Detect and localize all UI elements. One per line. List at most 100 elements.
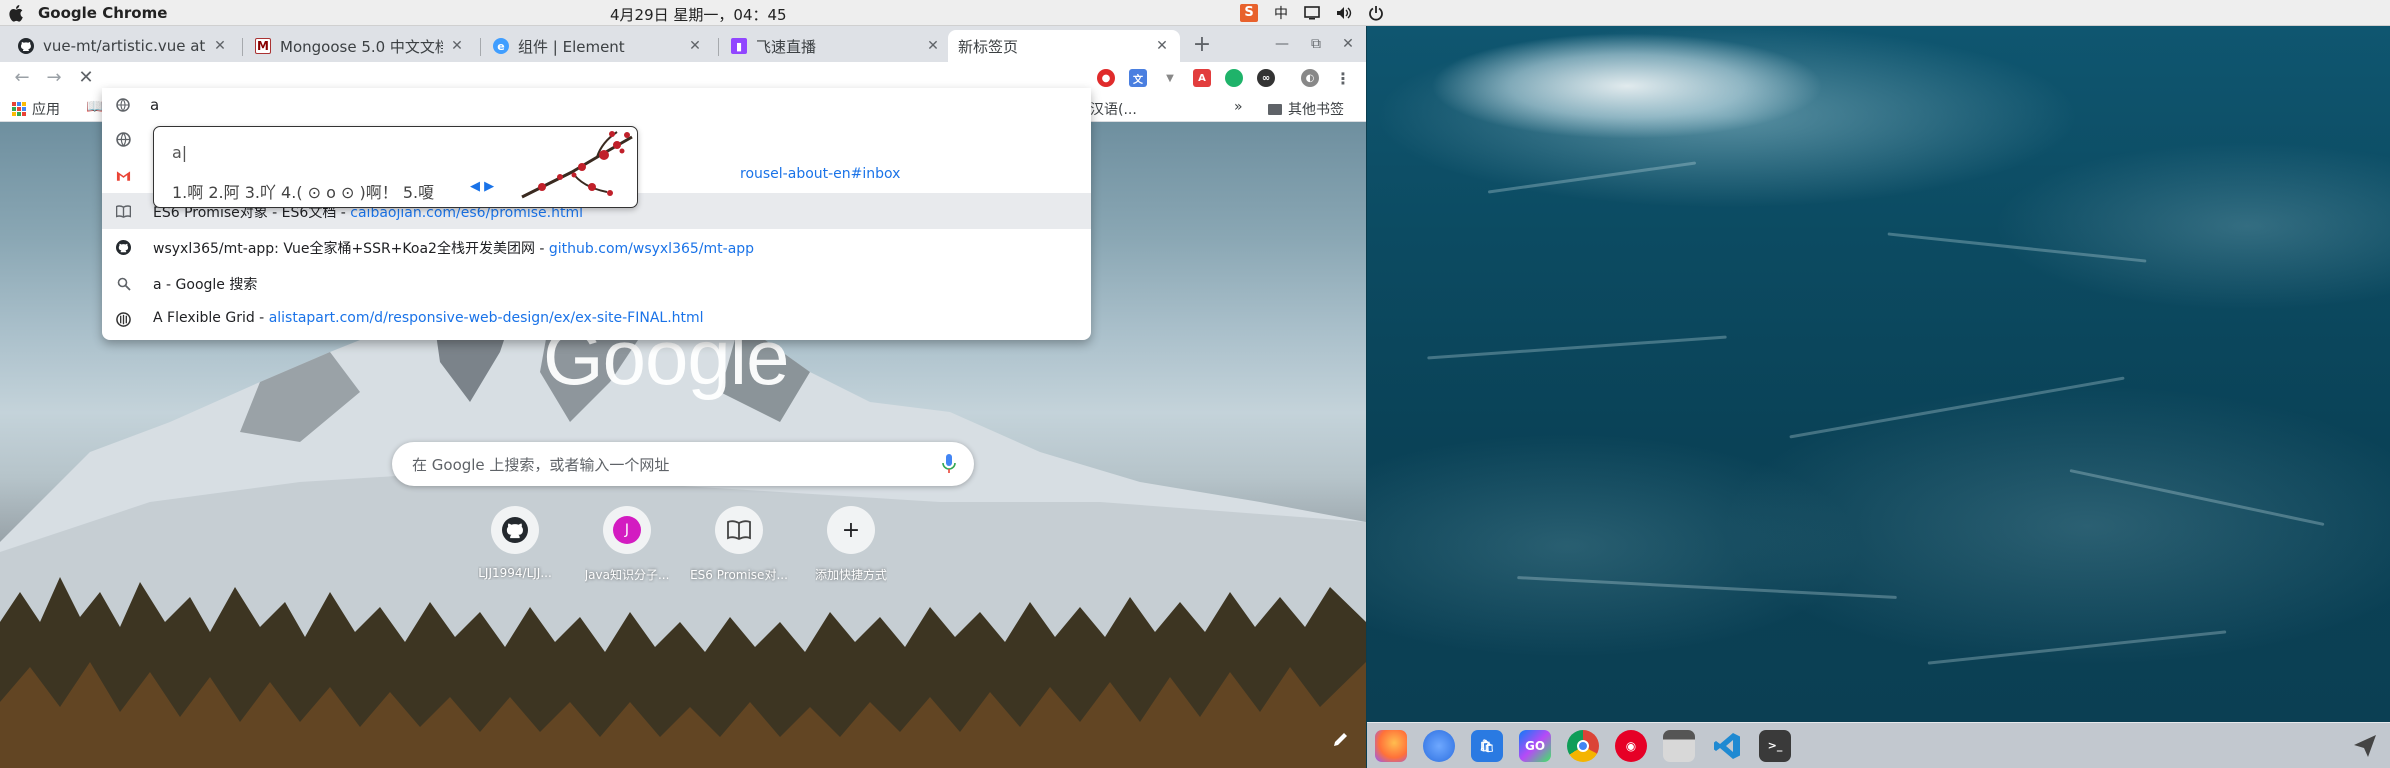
close-icon[interactable]: ✕: [212, 38, 228, 54]
adblock-icon[interactable]: ●: [1097, 69, 1115, 87]
restore-button[interactable]: ⧉: [1304, 34, 1328, 54]
suggestion-text: rousel-about-en#inbox: [740, 166, 900, 182]
tab-title: vue-mt/artistic.vue at ma: [43, 37, 206, 55]
ime-candidates[interactable]: 1.啊 2.阿 3.吖 4.( ⊙ o ⊙ )啊！ 5.嗄: [172, 179, 434, 203]
stop-button[interactable]: ✕: [74, 66, 98, 90]
shortcut-label: Java知识分子...: [584, 568, 670, 582]
shortcut-tile[interactable]: LJJ1994/LJJ...: [459, 506, 571, 580]
gmail-icon: [116, 168, 131, 183]
apps-bookmark[interactable]: 应用: [12, 99, 60, 119]
wave-streak: [1927, 630, 2227, 665]
chrome-icon[interactable]: [1567, 729, 1599, 762]
tab-title: 组件 | Element: [518, 37, 625, 56]
more-menu-icon[interactable]: ⋮: [1334, 69, 1352, 88]
search-placeholder: 在 Google 上搜索，或者输入一个网址: [412, 455, 670, 474]
tab-element[interactable]: e 组件 | Element ✕: [483, 30, 713, 62]
add-shortcut-tile[interactable]: + 添加快捷方式: [795, 506, 907, 583]
browser-icon[interactable]: [1423, 729, 1455, 762]
apps-label: 应用: [32, 102, 60, 118]
shortcut-tile[interactable]: ES6 Promise对...: [683, 506, 795, 583]
vue-devtools-icon[interactable]: ▼: [1161, 69, 1179, 87]
tab-mongoose[interactable]: M Mongoose 5.0 中文文档 ✕: [245, 30, 475, 62]
book-icon: [715, 506, 763, 554]
system-top-bar: Google Chrome 4月29日 星期一，04：45 S 中: [0, 0, 2390, 26]
suggestion-row[interactable]: a - Google 搜索: [102, 265, 1091, 301]
ime-candidate-popup: a| 1.啊 2.阿 3.吖 4.( ⊙ o ⊙ )啊！ 5.嗄 ◀ ▶: [153, 126, 638, 208]
wave-streak: [1427, 335, 1727, 360]
shortcut-tile[interactable]: J Java知识分子...: [571, 506, 683, 583]
other-bookmarks-label: 其他书签: [1288, 102, 1344, 118]
github-icon: [18, 38, 34, 54]
omnibox-text: a: [150, 96, 160, 114]
power-icon[interactable]: [1368, 5, 1384, 21]
partial-bookmark[interactable]: 汉语(...: [1090, 99, 1137, 119]
element-icon: e: [493, 38, 509, 54]
profile-avatar[interactable]: ◐: [1301, 69, 1319, 87]
suggestion-row[interactable]: A Flexible Grid - alistapart.com/d/respo…: [102, 301, 1091, 337]
book-bookmark[interactable]: 📖: [86, 99, 103, 115]
book-icon: 📖: [86, 99, 104, 115]
close-icon[interactable]: ✕: [449, 38, 465, 54]
new-tab-button[interactable]: +: [1190, 34, 1214, 58]
other-bookmarks[interactable]: 其他书签: [1268, 99, 1344, 119]
mic-icon[interactable]: [942, 454, 956, 474]
input-method-indicator[interactable]: 中: [1274, 3, 1288, 23]
suggestion-url: github.com/wsyxl365/mt-app: [548, 241, 755, 257]
green-extension-icon[interactable]: [1225, 69, 1243, 87]
ime-preedit: a|: [172, 143, 188, 162]
apps-grid-icon: [12, 102, 26, 116]
j-avatar-icon: J: [603, 506, 651, 554]
github-icon: [491, 506, 539, 554]
close-icon[interactable]: ✕: [925, 38, 941, 54]
suggestion-text: A Flexible Grid - alistapart.com/d/respo…: [153, 310, 704, 326]
twitch-icon: ▮: [731, 38, 747, 54]
sogou-icon[interactable]: S: [1240, 4, 1258, 22]
store-icon[interactable]: 🛍: [1471, 729, 1503, 762]
suggestion-url: rousel-about-en#inbox: [740, 166, 901, 182]
wave-streak: [2069, 469, 2325, 526]
tab-separator: [718, 38, 719, 56]
tab-github[interactable]: vue-mt/artistic.vue at ma ✕: [8, 30, 238, 62]
pencil-icon[interactable]: [1330, 728, 1352, 750]
apple-icon[interactable]: [8, 3, 26, 23]
chrome-window: vue-mt/artistic.vue at ma ✕ M Mongoose 5…: [0, 26, 1366, 768]
link-extension-icon[interactable]: ∞: [1257, 69, 1275, 87]
close-icon[interactable]: ✕: [687, 38, 703, 54]
volume-icon[interactable]: [1336, 5, 1352, 21]
app-name[interactable]: Google Chrome: [38, 4, 167, 22]
tab-title: 新标签页: [958, 37, 1019, 56]
folder-icon: [1268, 103, 1282, 115]
globe-icon: [116, 132, 131, 147]
suggestion-text: wsyxl365/mt-app: Vue全家桶+SSR+Koa2全栈开发美团网 …: [153, 241, 755, 257]
tab-new-tab[interactable]: 新标签页 ✕: [948, 30, 1180, 62]
plus-icon: +: [827, 506, 875, 554]
goland-icon[interactable]: GO: [1519, 729, 1551, 762]
firefox-icon[interactable]: [1375, 729, 1407, 762]
wave-streak: [1789, 376, 2125, 439]
bookmark-label: 汉语(...: [1090, 102, 1137, 118]
wave-streak: [1517, 576, 1897, 599]
clock[interactable]: 4月29日 星期一，04：45: [610, 4, 787, 25]
translate-icon[interactable]: 文: [1129, 69, 1147, 87]
desktop-wallpaper: [1367, 26, 2390, 722]
ntp-search-box[interactable]: 在 Google 上搜索，或者输入一个网址: [392, 442, 974, 486]
suggestion-row[interactable]: wsyxl365/mt-app: Vue全家桶+SSR+Koa2全栈开发美团网 …: [102, 229, 1091, 265]
ime-page-arrows[interactable]: ◀ ▶: [470, 179, 494, 194]
alistapart-icon: [116, 312, 131, 327]
send-icon[interactable]: [2352, 733, 2378, 759]
close-icon[interactable]: ✕: [1154, 38, 1170, 54]
video-icon[interactable]: [1663, 729, 1695, 762]
vscode-icon[interactable]: [1711, 730, 1743, 762]
omnibox[interactable]: a: [102, 90, 1091, 120]
bookmarks-overflow[interactable]: »: [1234, 99, 1243, 115]
pdf-icon[interactable]: A: [1193, 69, 1211, 87]
screen-icon[interactable]: [1304, 5, 1320, 21]
forward-button[interactable]: →: [42, 66, 66, 90]
netease-music-icon[interactable]: ◉: [1615, 729, 1647, 762]
wave-streak: [1887, 232, 2147, 263]
minimize-button[interactable]: —: [1270, 34, 1294, 54]
close-window-button[interactable]: ✕: [1336, 34, 1360, 54]
back-button[interactable]: ←: [10, 66, 34, 90]
tab-twitch[interactable]: ▮ 飞速直播 ✕: [721, 30, 951, 62]
terminal-icon[interactable]: >_: [1759, 729, 1791, 762]
